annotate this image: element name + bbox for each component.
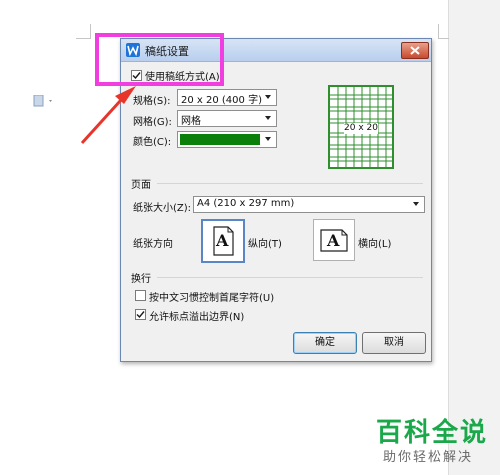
page-section-title: 页面 — [131, 180, 151, 191]
paste-options-icon[interactable] — [33, 95, 55, 107]
page-section-divider — [157, 183, 423, 184]
line-break-section-divider — [157, 277, 423, 278]
color-select[interactable] — [177, 131, 277, 148]
grid-value: 网格 — [181, 116, 201, 127]
watermark-title: 百科全说 — [376, 418, 489, 448]
close-icon — [410, 46, 420, 55]
grid-label: 网格(G): — [133, 117, 172, 128]
landscape-glyph: A — [327, 231, 340, 250]
chevron-down-icon — [413, 202, 419, 206]
ok-button[interactable]: 确定 — [293, 332, 357, 354]
landscape-label[interactable]: 横向(L) — [358, 235, 391, 250]
check-icon — [136, 311, 145, 319]
chevron-down-icon — [265, 95, 271, 99]
paper-size-label: 纸张大小(Z): — [133, 203, 192, 214]
spec-value: 20 x 20 (400 字) — [181, 95, 262, 106]
landscape-option[interactable]: A — [313, 219, 355, 261]
close-button[interactable] — [401, 42, 429, 59]
portrait-glyph: A — [216, 231, 229, 250]
color-swatch — [180, 134, 260, 145]
allow-punct-label: 允许标点溢出边界(N) — [149, 312, 245, 323]
chinese-control-checkbox[interactable] — [135, 290, 146, 301]
spec-label: 规格(S): — [133, 96, 171, 107]
portrait-label[interactable]: 纵向(T) — [248, 235, 282, 250]
watermark-subtitle: 助你轻松解决 — [383, 450, 474, 465]
grid-select[interactable]: 网格 — [177, 110, 277, 127]
color-label: 颜色(C): — [133, 137, 172, 148]
chevron-down-icon — [265, 137, 271, 141]
paper-size-select[interactable]: A4 (210 x 297 mm) — [193, 196, 425, 213]
highlight-box — [95, 33, 224, 86]
preview-grid-size: 20 x 20 — [344, 123, 378, 133]
chinese-control-label: 按中文习惯控制首尾字符(U) — [149, 293, 275, 304]
orientation-label: 纸张方向 — [133, 239, 173, 250]
manuscript-preview: 20 x 20 — [328, 85, 394, 169]
line-break-section-title: 换行 — [131, 274, 151, 285]
chevron-down-icon — [265, 116, 271, 120]
allow-punct-checkbox[interactable] — [135, 309, 146, 320]
cancel-button[interactable]: 取消 — [362, 332, 426, 354]
page-corner-marker-right — [438, 24, 449, 39]
portrait-option[interactable]: A — [201, 219, 245, 263]
spec-select[interactable]: 20 x 20 (400 字) — [177, 89, 277, 106]
page-corner-marker-left — [76, 24, 91, 39]
manuscript-settings-dialog: 稿纸设置 使用稿纸方式(A) 规格(S): 20 x 20 (400 字) 网格… — [120, 38, 432, 362]
paper-size-value: A4 (210 x 297 mm) — [197, 198, 295, 209]
